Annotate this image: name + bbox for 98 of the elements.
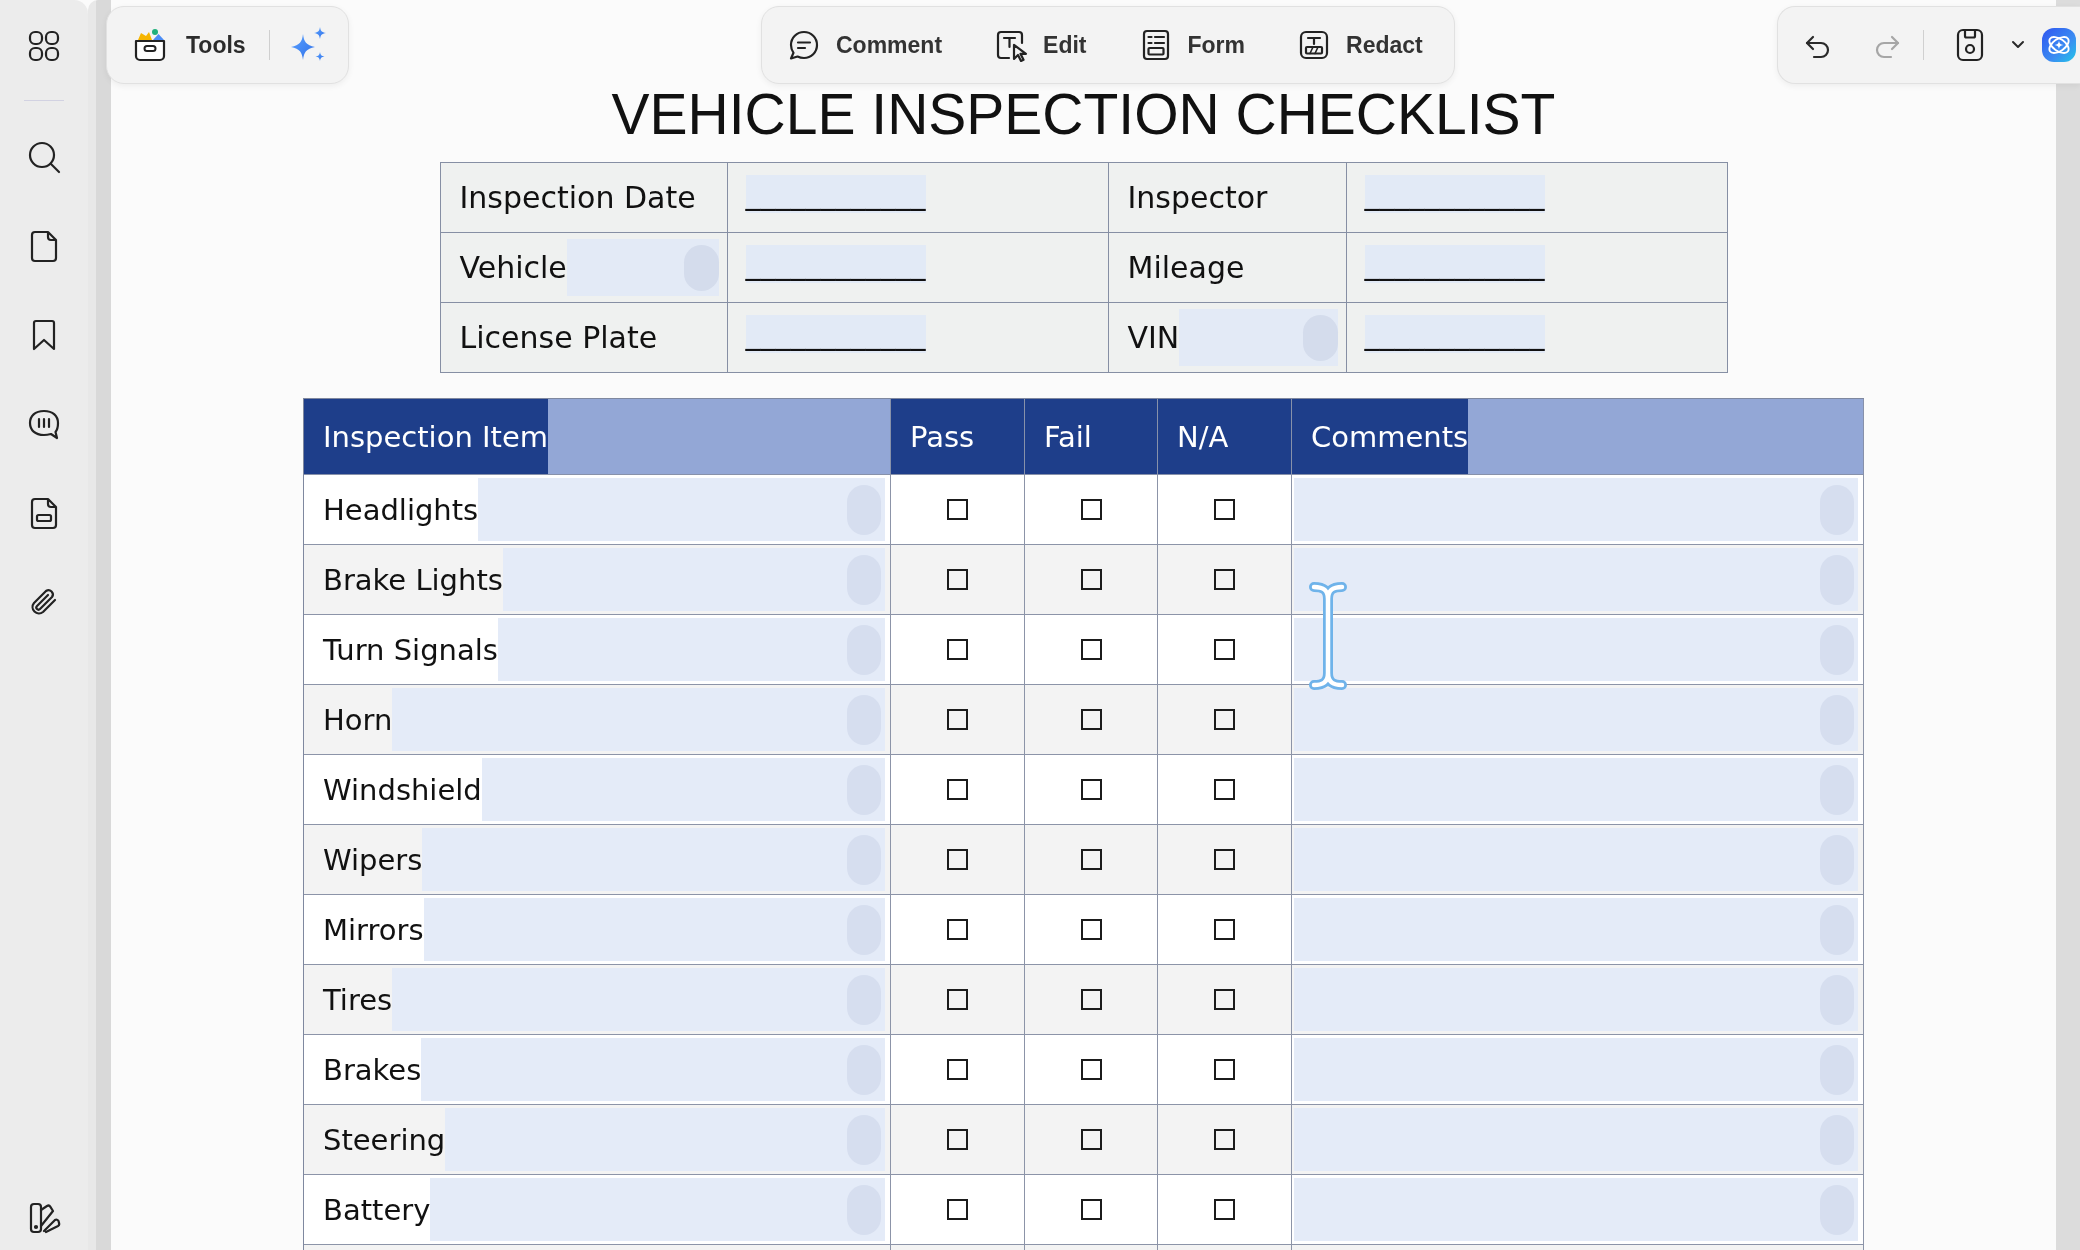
checkbox[interactable] [1214,1129,1235,1150]
checkbox[interactable] [947,1129,968,1150]
checkbox[interactable] [947,499,968,520]
field-label: Vehicle [459,250,567,285]
checkbox[interactable] [1080,989,1102,1010]
checkbox[interactable] [1214,919,1235,940]
field-label: VIN [1127,320,1180,355]
column-header: Fail [1043,419,1092,454]
input-field[interactable] [421,1038,885,1101]
input-field[interactable] [502,548,885,611]
item-name: Brake Lights [322,562,503,597]
save-icon[interactable] [1954,27,1986,63]
input-field[interactable] [1179,309,1338,366]
item-name: Mirrors [322,912,424,947]
header-field[interactable] [1468,399,1863,474]
text-cursor-arrow-icon [994,28,1029,62]
checkbox[interactable] [947,849,968,870]
checkbox[interactable] [1214,569,1235,590]
checkbox[interactable] [1080,569,1102,590]
checkbox[interactable] [1080,709,1102,730]
scroll-thumb[interactable] [683,244,719,291]
mode-button[interactable]: Comment [781,24,949,66]
input-field[interactable] [497,618,885,681]
input-field[interactable] [430,1178,885,1241]
checkbox[interactable] [947,989,968,1010]
field-label: Inspector [1127,180,1268,215]
checkbox[interactable] [1214,849,1235,870]
item-name: Horn [322,702,393,737]
input-field[interactable] [392,688,885,751]
input-field[interactable] [445,1108,885,1171]
mode-button[interactable]: Form [1132,24,1251,66]
checkbox[interactable] [1080,639,1102,660]
column-header: Comments [1310,419,1469,454]
field-label: Inspection Date [459,180,696,215]
input-field[interactable] [1294,548,1858,611]
input-field[interactable] [1294,1038,1858,1101]
checkbox[interactable] [1080,499,1102,520]
swatch-fan-icon[interactable] [27,1201,61,1235]
input-field[interactable] [423,898,885,961]
atom-logo-icon[interactable] [2042,28,2076,62]
input-field[interactable] [478,478,885,541]
checkbox[interactable] [947,1199,968,1220]
checkbox[interactable] [947,639,968,660]
document-title: VEHICLE INSPECTION CHECKLIST [611,86,1556,143]
input-field[interactable] [1294,898,1858,961]
checkbox[interactable] [1214,1199,1235,1220]
checkbox[interactable] [947,569,968,590]
item-name: Steering [322,1122,446,1157]
column-header: N/A [1176,419,1229,454]
field-label: Mileage [1127,250,1245,285]
input-field[interactable] [481,758,885,821]
item-name: Brakes [322,1052,422,1087]
mode-button[interactable]: Edit [988,24,1093,66]
checkbox[interactable] [947,779,968,800]
input-field[interactable] [422,828,885,891]
checkbox[interactable] [1214,779,1235,800]
item-name: Wipers [322,842,423,877]
column-header: Inspection Item [322,419,549,454]
item-name: Windshield [322,772,482,807]
input-field[interactable] [566,239,719,296]
checkbox[interactable] [947,919,968,940]
checkbox[interactable] [1080,849,1102,870]
input-field[interactable] [1294,618,1858,681]
checkbox[interactable] [947,1059,968,1080]
input-field[interactable] [1294,688,1858,751]
input-field[interactable] [1294,758,1858,821]
apps-icon[interactable] [27,29,61,63]
checkbox[interactable] [947,709,968,730]
comment-icon[interactable] [27,407,61,441]
checkbox[interactable] [1080,779,1102,800]
checkbox[interactable] [1214,1059,1235,1080]
redact-icon [1297,28,1331,62]
mode-button[interactable]: Redact [1291,24,1429,66]
input-field[interactable] [1294,1178,1858,1241]
checkbox[interactable] [1214,499,1235,520]
checkbox[interactable] [1214,639,1235,660]
input-field[interactable] [1294,828,1858,891]
item-name: Turn Signals [322,632,498,667]
column-header: Pass [909,419,975,454]
item-name: Battery [322,1192,431,1227]
toolbox-icon [132,27,168,63]
input-field[interactable] [392,968,885,1031]
checkbox[interactable] [1080,1129,1102,1150]
input-field[interactable] [1294,1108,1858,1171]
item-name: Tires [322,982,393,1017]
scroll-thumb[interactable] [1302,314,1338,361]
input-field[interactable] [1294,478,1858,541]
item-name: Headlights [322,492,479,527]
input-field[interactable] [1294,968,1858,1031]
header-field[interactable] [548,399,890,474]
checkbox[interactable] [1080,1199,1102,1220]
checkbox[interactable] [1214,989,1235,1010]
search-icon[interactable] [27,140,61,174]
checkbox[interactable] [1080,1059,1102,1080]
speech-bubble-icon [787,28,821,62]
checkbox[interactable] [1214,709,1235,730]
checkbox[interactable] [1080,919,1102,940]
field-label: License Plate [459,320,658,355]
